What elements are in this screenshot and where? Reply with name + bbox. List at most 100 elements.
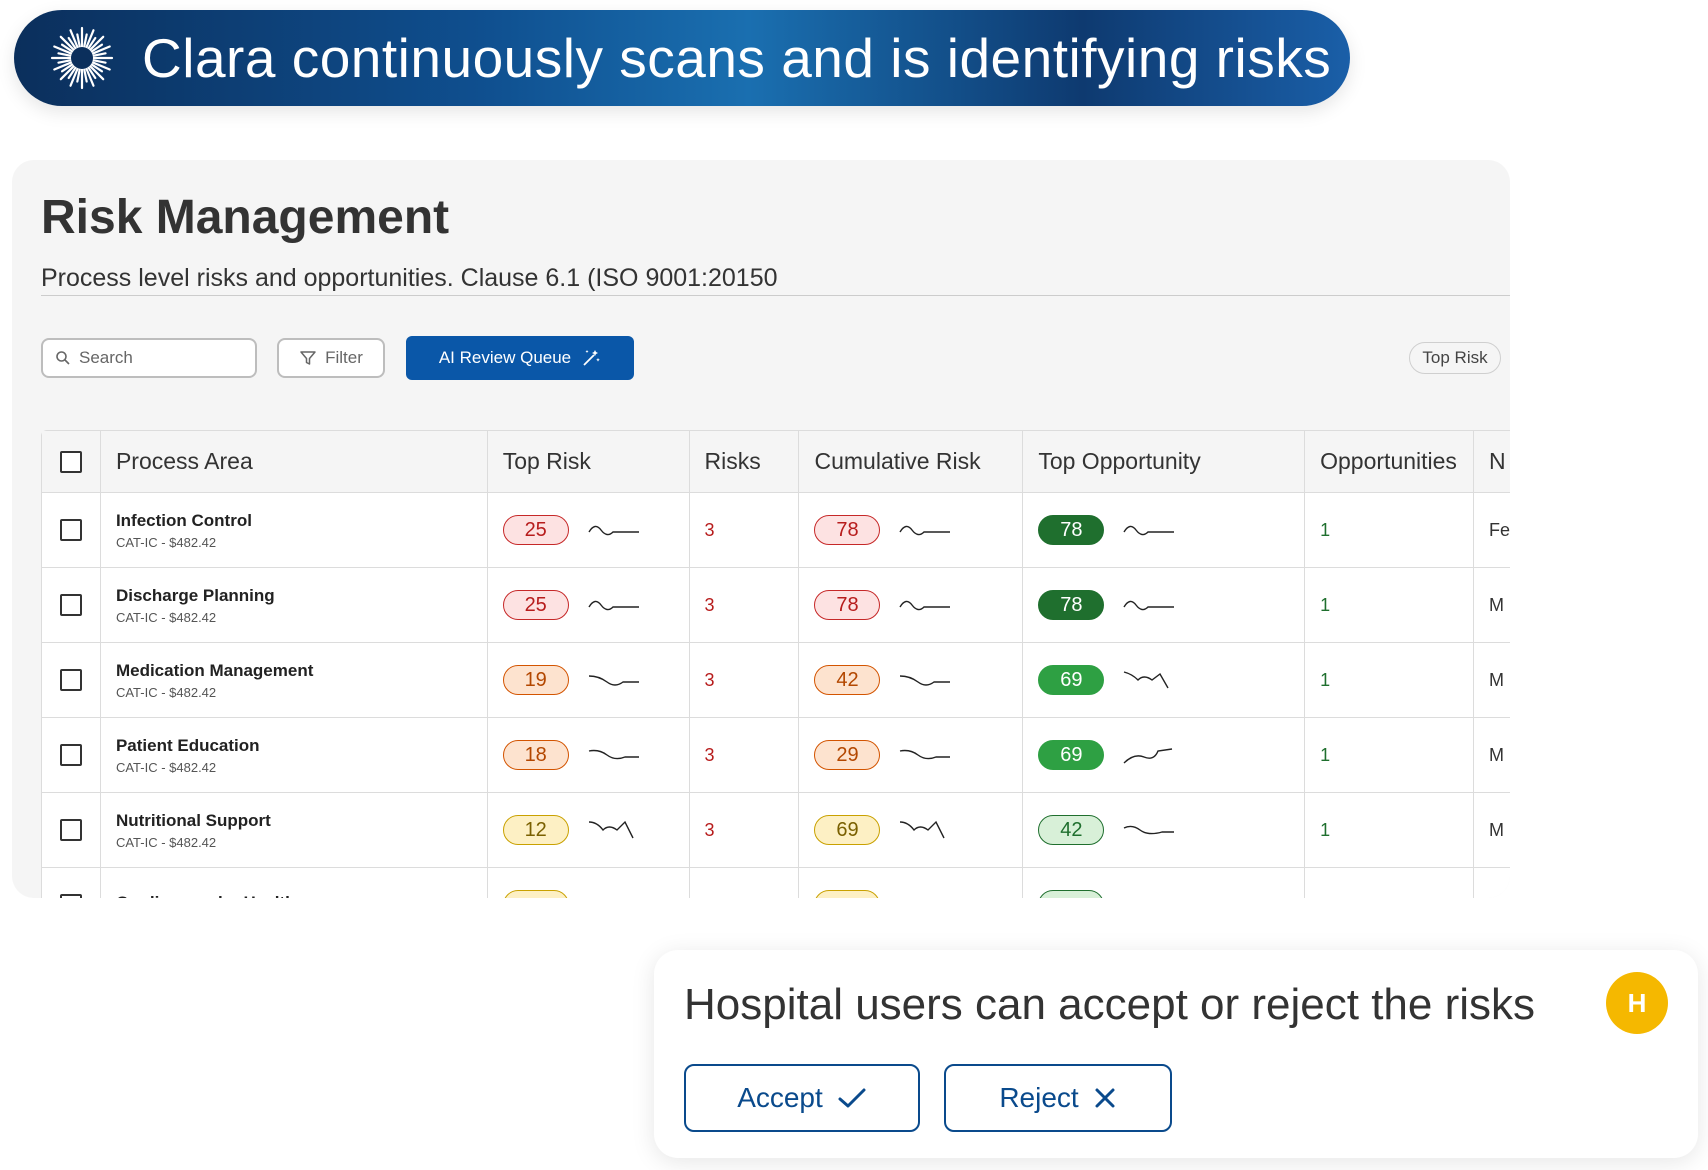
table-row[interactable]: Nutritional Support CAT-IC - $482.42 12 … bbox=[42, 793, 1510, 868]
process-area-name: Infection Control bbox=[115, 510, 252, 530]
top-risk-sparkline bbox=[588, 749, 639, 760]
process-area-cell[interactable]: Infection Control CAT-IC - $482.42 bbox=[101, 493, 488, 567]
risks-cell: 3 bbox=[690, 793, 800, 867]
row-checkbox[interactable] bbox=[59, 669, 82, 691]
cumulative-risk-sparkline bbox=[900, 820, 946, 839]
cumulative-risk-badge: 78 bbox=[814, 590, 881, 620]
top-risk-badge: 19 bbox=[502, 665, 569, 695]
process-area-cell[interactable]: Patient Education CAT-IC - $482.42 bbox=[101, 718, 488, 792]
next-column-cell: M bbox=[1474, 643, 1510, 717]
next-column-cell: Fe bbox=[1474, 493, 1510, 567]
risks-cell: 3 bbox=[690, 643, 800, 717]
process-area-code: CAT-IC - $482.42 bbox=[115, 534, 217, 550]
risks-count: 3 bbox=[704, 594, 715, 615]
table-row[interactable]: Cardiovascular Health bbox=[42, 868, 1510, 898]
opportunities-cell: 1 bbox=[1305, 493, 1475, 567]
top-risk-badge: 12 bbox=[502, 815, 569, 845]
risk-table: Process Area Top Risk Risks Cumulative R… bbox=[41, 430, 1510, 898]
opportunities-count: 1 bbox=[1320, 744, 1331, 765]
cumulative-risk-sparkline bbox=[900, 749, 951, 760]
opportunities-count: 1 bbox=[1320, 594, 1331, 615]
header-opportunities[interactable]: Opportunities bbox=[1305, 431, 1475, 492]
top-risk-cell: 25 bbox=[488, 493, 690, 567]
header-process-area[interactable]: Process Area bbox=[101, 431, 488, 492]
row-select-cell bbox=[42, 493, 101, 567]
filter-label: Filter bbox=[325, 348, 363, 367]
row-select-cell bbox=[42, 643, 101, 717]
process-area-name: Patient Education bbox=[115, 735, 260, 755]
risks-cell: 3 bbox=[690, 568, 800, 642]
top-opportunity-cell: 42 bbox=[1023, 793, 1306, 867]
risks-count: 3 bbox=[704, 744, 715, 765]
next-column-value: M bbox=[1489, 819, 1505, 840]
reject-button[interactable]: Reject bbox=[944, 1064, 1172, 1132]
process-area-cell[interactable]: Nutritional Support CAT-IC - $482.42 bbox=[101, 793, 488, 867]
top-risk-sparkline bbox=[588, 820, 634, 839]
top-risk-cell: 12 bbox=[488, 793, 690, 867]
cumulative-risk-cell: 78 bbox=[799, 568, 1024, 642]
page-title: Risk Management bbox=[41, 191, 450, 244]
row-checkbox[interactable] bbox=[59, 894, 82, 898]
header-top-opportunity[interactable]: Top Opportunity bbox=[1023, 431, 1306, 492]
process-area-name: Cardiovascular Health bbox=[116, 893, 296, 898]
top-risk-sparkline bbox=[588, 525, 639, 536]
row-select-cell bbox=[42, 868, 101, 898]
top-opportunity-sparkline bbox=[1123, 600, 1175, 611]
cumulative-risk-badge: 29 bbox=[814, 740, 881, 770]
risks-count: 3 bbox=[704, 819, 715, 840]
accept-button[interactable]: Accept bbox=[684, 1064, 920, 1132]
cumulative-risk-cell: 42 bbox=[799, 643, 1024, 717]
close-icon bbox=[1095, 1088, 1115, 1108]
cumulative-risk-cell bbox=[799, 868, 1024, 898]
next-column-value: M bbox=[1489, 669, 1505, 690]
opportunities-count: 1 bbox=[1320, 819, 1331, 840]
header-cumulative-risk[interactable]: Cumulative Risk bbox=[799, 431, 1024, 492]
banner-title: Clara continuously scans and is identify… bbox=[142, 27, 1332, 89]
risks-cell: 3 bbox=[690, 718, 800, 792]
checkmark-icon bbox=[838, 1088, 866, 1108]
table-row[interactable]: Infection Control CAT-IC - $482.42 25 3 … bbox=[42, 493, 1510, 568]
row-checkbox[interactable] bbox=[59, 819, 82, 841]
header-risks[interactable]: Risks bbox=[690, 431, 800, 492]
process-area-name: Medication Management bbox=[115, 660, 314, 680]
top-risk-sort-chip[interactable]: Top Risk bbox=[1409, 342, 1501, 374]
top-opportunity-sparkline bbox=[1124, 671, 1169, 689]
header-next[interactable]: N bbox=[1474, 431, 1510, 492]
table-row[interactable]: Medication Management CAT-IC - $482.42 1… bbox=[42, 643, 1510, 718]
avatar: H bbox=[1606, 972, 1668, 1034]
review-panel: Hospital users can accept or reject the … bbox=[654, 950, 1698, 1158]
process-area-code: CAT-IC - $482.42 bbox=[115, 834, 217, 850]
next-column-cell bbox=[1474, 868, 1510, 898]
cumulative-risk-cell: 29 bbox=[799, 718, 1024, 792]
filter-button[interactable]: Filter bbox=[277, 338, 385, 378]
process-area-code: CAT-IC - $482.42 bbox=[115, 609, 217, 625]
table-row[interactable]: Discharge Planning CAT-IC - $482.42 25 3… bbox=[42, 568, 1510, 643]
panel-message: Hospital users can accept or reject the … bbox=[684, 980, 1536, 1029]
search-input[interactable]: Search bbox=[41, 338, 257, 378]
next-column-value: Fe bbox=[1489, 519, 1510, 540]
top-risk-badge: 25 bbox=[502, 515, 569, 545]
top-opportunity-sparkline bbox=[1123, 748, 1173, 764]
top-risk-cell: 19 bbox=[488, 643, 690, 717]
process-area-code: CAT-IC - $482.42 bbox=[115, 684, 217, 700]
next-column-cell: M bbox=[1474, 568, 1510, 642]
top-risk-badge: 25 bbox=[502, 590, 569, 620]
top-opportunity-cell: 78 bbox=[1023, 568, 1306, 642]
top-opportunity-badge: 78 bbox=[1038, 515, 1105, 545]
risks-cell bbox=[690, 868, 800, 898]
process-area-name: Nutritional Support bbox=[115, 810, 271, 830]
process-area-cell[interactable]: Cardiovascular Health bbox=[101, 868, 488, 898]
table-row[interactable]: Patient Education CAT-IC - $482.42 18 3 … bbox=[42, 718, 1510, 793]
process-area-cell[interactable]: Medication Management CAT-IC - $482.42 bbox=[101, 643, 488, 717]
header-top-risk[interactable]: Top Risk bbox=[488, 431, 690, 492]
next-column-cell: M bbox=[1474, 718, 1510, 792]
row-checkbox[interactable] bbox=[59, 594, 82, 616]
row-checkbox[interactable] bbox=[59, 744, 82, 766]
row-select-cell bbox=[42, 568, 101, 642]
select-all-checkbox[interactable] bbox=[59, 450, 82, 473]
cumulative-risk-sparkline bbox=[899, 600, 951, 611]
process-area-cell[interactable]: Discharge Planning CAT-IC - $482.42 bbox=[101, 568, 488, 642]
ai-review-queue-button[interactable]: AI Review Queue bbox=[406, 336, 634, 380]
row-checkbox[interactable] bbox=[59, 519, 82, 541]
cumulative-risk-badge: 78 bbox=[814, 515, 881, 545]
